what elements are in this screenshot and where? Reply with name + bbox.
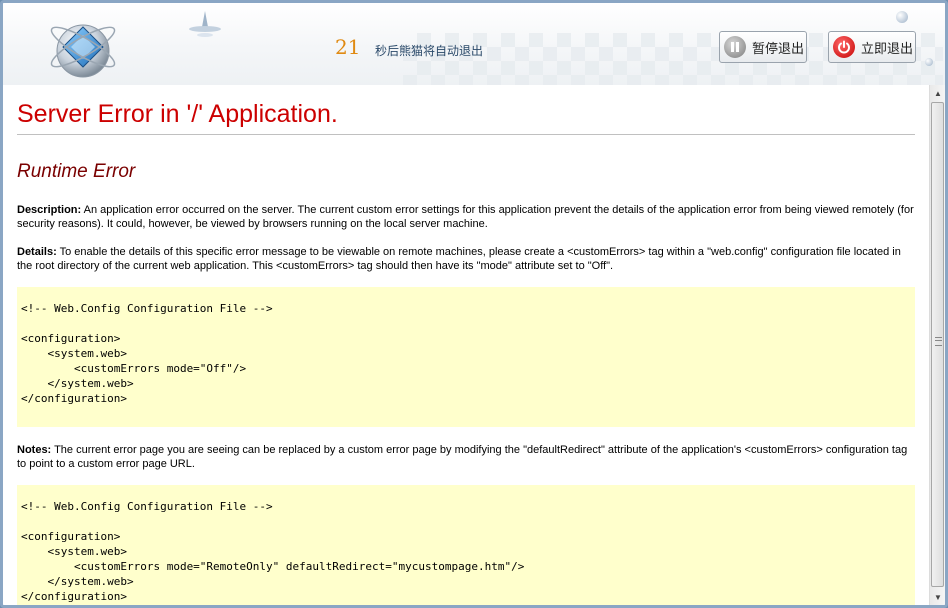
pause-exit-button[interactable]: 暂停退出 — [719, 31, 807, 63]
details-paragraph: Details: To enable the details of this s… — [17, 245, 915, 273]
details-text: To enable the details of this specific e… — [17, 246, 901, 272]
code-line: </system.web> — [21, 377, 134, 390]
code-line: </configuration> — [21, 590, 127, 603]
exit-now-button[interactable]: 立即退出 — [828, 31, 916, 63]
code-line: <configuration> — [21, 530, 121, 543]
description-text: An application error occurred on the ser… — [17, 204, 914, 230]
code-line: </configuration> — [21, 392, 127, 405]
scrollbar-thumb[interactable] — [931, 102, 944, 587]
code-line: <customErrors mode="RemoteOnly" defaultR… — [21, 560, 525, 573]
pause-icon — [724, 36, 746, 58]
description-paragraph: Description: An application error occurr… — [17, 203, 915, 231]
bubble-decoration — [925, 58, 933, 66]
countdown-number: 21 — [335, 35, 361, 59]
page-subtitle: Runtime Error — [17, 161, 136, 182]
code-line: <configuration> — [21, 332, 121, 345]
app-window: 21 秒后熊猫将自动退出 暂停退出 立即退出 Server Error in '… — [0, 0, 948, 608]
code-line: <system.web> — [21, 545, 127, 558]
notes-label: Notes: — [17, 444, 52, 456]
code-line: <!-- Web.Config Configuration File --> — [21, 500, 273, 513]
notes-text: The current error page you are seeing ca… — [17, 444, 908, 470]
code-block-config-remoteonly: <!-- Web.Config Configuration File --> <c… — [17, 485, 915, 605]
details-label: Details: — [17, 246, 57, 258]
scroll-up-arrow-icon[interactable]: ▲ — [930, 85, 945, 101]
title-divider — [17, 134, 915, 135]
notes-paragraph: Notes: The current error page you are se… — [17, 443, 915, 471]
code-line: <customErrors mode="Off"/> — [21, 362, 247, 375]
bubble-decoration — [896, 11, 908, 23]
scroll-down-arrow-icon[interactable]: ▼ — [930, 589, 945, 605]
code-line: </system.web> — [21, 575, 134, 588]
description-label: Description: — [17, 204, 82, 216]
vertical-scrollbar[interactable]: ▲ ▼ — [929, 85, 945, 605]
scrollbar-grip-icon — [935, 337, 942, 346]
power-icon — [833, 36, 855, 58]
page-title: Server Error in '/' Application. — [17, 100, 338, 128]
exit-now-label: 立即退出 — [861, 40, 914, 56]
code-block-config-off: <!-- Web.Config Configuration File --> <c… — [17, 287, 915, 427]
tower-decoration-icon — [189, 11, 221, 37]
pause-exit-label: 暂停退出 — [752, 40, 805, 56]
error-page-content: Server Error in '/' Application. Runtime… — [3, 85, 929, 605]
panda-logo-icon — [50, 24, 116, 78]
header-banner: 21 秒后熊猫将自动退出 暂停退出 立即退出 — [3, 3, 945, 85]
code-line: <system.web> — [21, 347, 127, 360]
code-line: <!-- Web.Config Configuration File --> — [21, 302, 273, 315]
countdown-text: 秒后熊猫将自动退出 — [375, 44, 484, 58]
